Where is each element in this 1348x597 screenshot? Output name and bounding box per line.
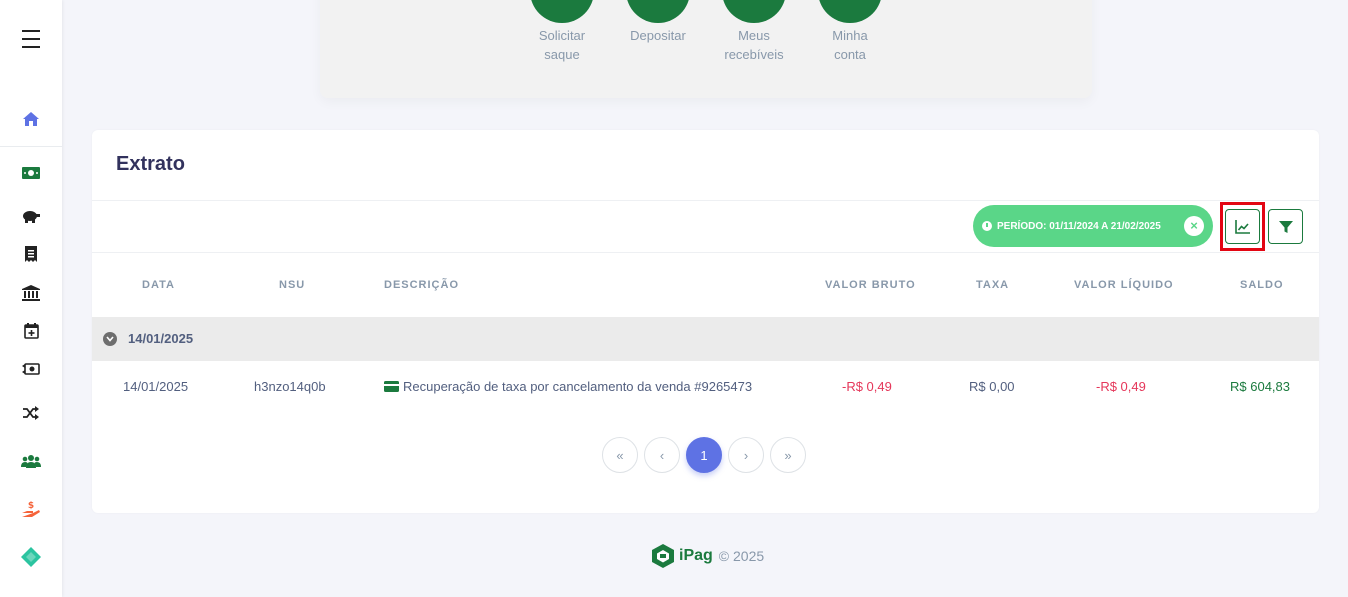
cell-data: 14/01/2025 [123,379,189,394]
pagination-next[interactable]: › [728,437,764,473]
svg-text:$: $ [28,501,34,511]
column-header-taxa[interactable]: TAXA [976,279,1009,291]
deposit-icon: $ [626,0,690,23]
ipag-logo-icon [652,544,674,568]
cell-saldo: R$ 604,83 [1230,379,1290,394]
column-header-data[interactable]: DATA [142,279,175,291]
column-header-valor-bruto[interactable]: VALOR BRUTO [825,279,916,291]
piggy-bank-icon[interactable] [0,198,62,232]
footer: iPag © 2025 [650,543,764,569]
shuffle-icon[interactable] [0,396,62,430]
group-date: 14/01/2025 [128,331,194,346]
deposit-button[interactable]: $ Depositar [618,0,698,44]
quick-actions-card: $ Solicitar saque $ Depositar Meus receb… [320,0,1092,98]
request-withdrawal-button[interactable]: $ Solicitar saque [522,0,602,62]
column-header-saldo[interactable]: SALDO [1240,279,1284,291]
date-group-row[interactable]: 14/01/2025 [92,317,1319,361]
quick-action-label: Minha conta [832,28,868,62]
card-icon [384,381,399,392]
bank-icon [818,0,882,23]
money-transfer-icon[interactable] [0,352,62,386]
footer-brand[interactable]: iPag [679,547,713,565]
divider [92,252,1319,253]
column-header-nsu[interactable]: NSU [279,279,305,291]
pagination-first[interactable]: « [602,437,638,473]
my-account-button[interactable]: Minha conta [810,0,890,62]
bank-icon[interactable] [0,276,62,310]
diamond-icon[interactable] [0,540,62,574]
cell-descricao-text: Recuperação de taxa por cancelamento da … [403,379,753,394]
sidebar-divider [0,146,62,147]
filter-icon [1278,220,1293,233]
card-icon [722,0,786,23]
pagination-prev[interactable]: ‹ [644,437,680,473]
cell-valor-bruto: -R$ 0,49 [842,379,892,394]
my-receivables-button[interactable]: Meus recebíveis [714,0,794,62]
sidebar: $ [0,0,62,597]
receipt-icon[interactable] [0,237,62,271]
users-icon[interactable] [0,444,62,478]
chevron-down-icon[interactable] [103,332,117,346]
quick-action-label: Solicitar saque [538,28,586,62]
pagination-page-1[interactable]: 1 [686,437,722,473]
hand-dollar-icon[interactable]: $ [0,492,62,526]
extrato-card: Extrato PERÍODO: 01/11/2024 A 21/02/2025… [92,130,1319,513]
cell-nsu: h3nzo14q0b [254,379,326,394]
quick-action-label: Depositar [630,28,686,43]
money-bill-icon[interactable] [0,156,62,190]
column-header-valor-liquido[interactable]: VALOR LÍQUIDO [1074,279,1174,291]
column-header-descricao[interactable]: DESCRIÇÃO [384,279,459,291]
divider [92,200,1319,201]
cell-valor-liquido: -R$ 0,49 [1096,379,1146,394]
calendar-plus-icon[interactable] [0,314,62,348]
home-icon[interactable] [0,102,62,136]
pagination-last[interactable]: » [770,437,806,473]
quick-action-label: Meus recebíveis [724,28,784,62]
close-icon[interactable]: × [1184,216,1204,236]
hand-dollar-icon: $ [530,0,594,23]
period-filter-label: PERÍODO: 01/11/2024 A 21/02/2025 [997,220,1161,232]
highlight-box [1220,202,1265,251]
cell-descricao: Recuperação de taxa por cancelamento da … [384,379,752,394]
filter-button[interactable] [1268,209,1303,244]
menu-icon[interactable] [0,22,62,56]
clock-icon [982,221,992,231]
footer-copyright: © 2025 [718,548,765,564]
period-filter-chip[interactable]: PERÍODO: 01/11/2024 A 21/02/2025 × [973,205,1213,247]
card-title: Extrato [116,153,185,175]
cell-taxa: R$ 0,00 [969,379,1015,394]
